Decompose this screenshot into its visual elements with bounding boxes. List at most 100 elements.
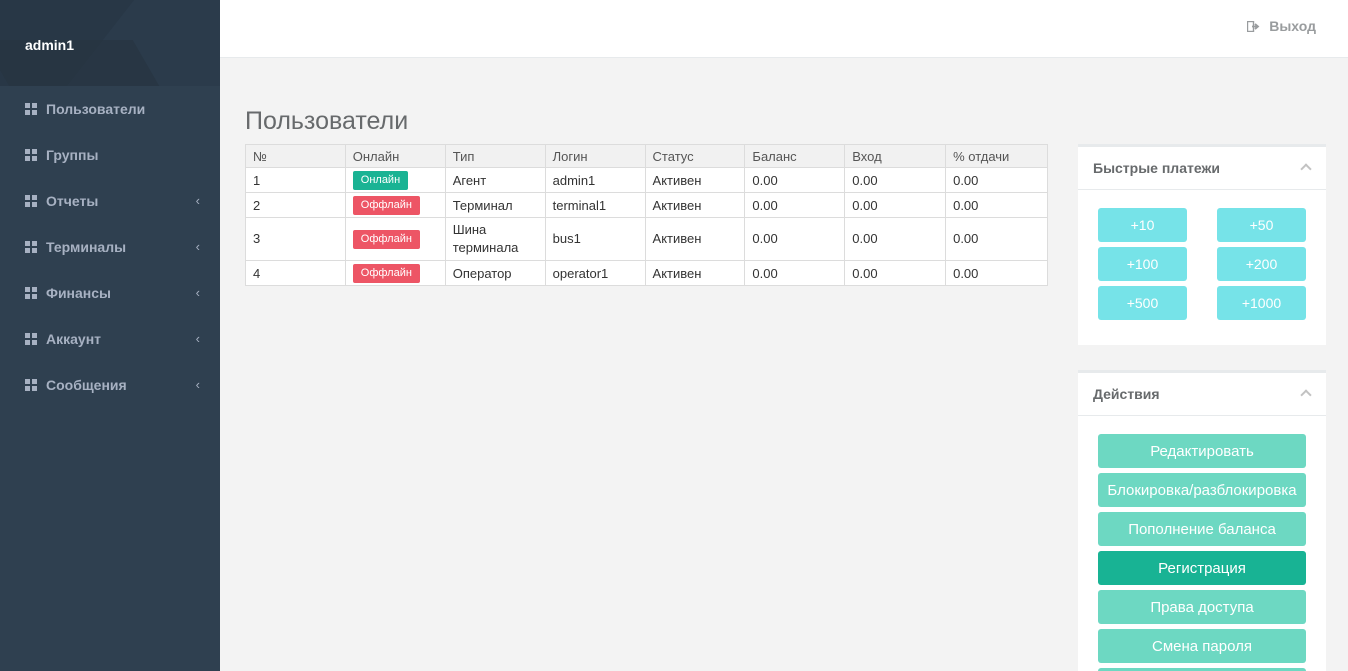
column-header[interactable]: Онлайн [344,144,446,168]
sidebar-item-label: Терминалы [46,239,127,255]
cell-status: Активен [644,260,746,286]
quick-payments-panel: Быстрые платежи +10 +50 +100 +200 +500 +… [1078,144,1326,345]
cell-balance: 0.00 [744,167,846,193]
sidebar: admin1 Пользователи Группы Отчеты ‹ Терм… [0,0,220,671]
chevron-left-icon: ‹ [195,239,200,254]
cell-login: admin1 [544,167,646,193]
chevron-up-icon[interactable] [1300,389,1312,401]
table-row[interactable]: 4 Оффлайн Оператор operator1 Активен 0.0… [245,260,1048,286]
cell-status: Активен [644,192,746,218]
cell-login: operator1 [544,260,646,286]
cell-num: 3 [245,217,346,261]
column-header[interactable]: Баланс [744,144,846,168]
cell-online: Оффлайн [344,192,446,218]
cell-payout: 0.00 [945,260,1048,286]
sidebar-item-label: Аккаунт [46,331,102,347]
profile-username[interactable]: admin1 [25,37,74,53]
chevron-left-icon: ‹ [195,193,200,208]
block-unblock-button[interactable]: Блокировка/разблокировка [1098,473,1306,507]
top-navbar: Выход [220,0,1348,58]
column-header[interactable]: % отдачи [945,144,1048,168]
cell-entry: 0.00 [844,192,947,218]
panel-title: Быстрые платежи [1093,160,1220,176]
table-row[interactable]: 1 Онлайн Агент admin1 Активен 0.00 0.00 … [245,167,1048,193]
page-title: Пользователи [245,107,409,135]
cell-online: Оффлайн [344,217,446,261]
column-header[interactable]: Тип [444,144,546,168]
offline-badge: Оффлайн [352,230,420,249]
column-header[interactable]: Статус [644,144,746,168]
grid-icon [25,103,37,115]
cell-num: 4 [245,260,346,286]
column-header[interactable]: Логин [544,144,646,168]
cell-status: Активен [644,167,746,193]
cell-type: Терминал [444,192,546,218]
logout-label: Выход [1269,18,1316,34]
sidebar-item-terminals[interactable]: Терминалы ‹ [0,224,220,270]
table-row[interactable]: 2 Оффлайн Терминал terminal1 Активен 0.0… [245,192,1048,218]
edit-button[interactable]: Редактировать [1098,434,1306,468]
sidebar-item-messages[interactable]: Сообщения ‹ [0,362,220,408]
cell-num: 2 [245,192,346,218]
cell-payout: 0.00 [945,167,1048,193]
panel-header: Быстрые платежи [1078,144,1326,190]
offline-badge: Оффлайн [352,195,420,215]
logout-link[interactable]: Выход [1247,18,1316,34]
grid-icon [25,149,37,161]
cell-type: Агент [444,167,546,193]
cell-entry: 0.00 [844,217,947,261]
sidebar-item-groups[interactable]: Группы [0,132,220,178]
column-header[interactable]: № [245,144,346,168]
cell-entry: 0.00 [844,167,947,193]
change-password-button[interactable]: Смена пароля [1098,629,1306,663]
sidebar-item-label: Отчеты [46,193,99,209]
cell-balance: 0.00 [744,192,846,218]
cell-balance: 0.00 [744,217,846,261]
sidebar-item-label: Сообщения [46,377,127,393]
online-badge: Онлайн [352,170,409,190]
sidebar-item-label: Финансы [46,285,111,301]
cell-login: terminal1 [544,192,646,218]
registration-button[interactable]: Регистрация [1098,551,1306,585]
offline-badge: Оффлайн [352,263,420,283]
users-table: № Онлайн Тип Логин Статус Баланс Вход % … [245,144,1048,286]
panel-header: Действия [1078,370,1326,416]
grid-icon [25,379,37,391]
chevron-left-icon: ‹ [195,285,200,300]
cell-login: bus1 [544,217,646,261]
sign-out-icon [1247,20,1260,32]
chevron-left-icon: ‹ [195,377,200,392]
quick-pay-10-button[interactable]: +10 [1098,208,1187,242]
quick-pay-100-button[interactable]: +100 [1098,247,1187,281]
cell-payout: 0.00 [945,192,1048,218]
cell-entry: 0.00 [844,260,947,286]
sidebar-item-reports[interactable]: Отчеты ‹ [0,178,220,224]
profile-header: admin1 [0,0,220,86]
cell-status: Активен [644,217,746,261]
table-row[interactable]: 3 Оффлайн Шина терминала bus1 Активен 0.… [245,217,1048,261]
cell-balance: 0.00 [744,260,846,286]
sidebar-item-label: Группы [46,147,99,163]
sidebar-item-label: Пользователи [46,101,146,117]
grid-icon [25,195,37,207]
quick-pay-1000-button[interactable]: +1000 [1217,286,1306,320]
access-rights-button[interactable]: Права доступа [1098,590,1306,624]
sidebar-item-account[interactable]: Аккаунт ‹ [0,316,220,362]
quick-pay-50-button[interactable]: +50 [1217,208,1306,242]
sidebar-item-finance[interactable]: Финансы ‹ [0,270,220,316]
grid-icon [25,333,37,345]
sidebar-menu: Пользователи Группы Отчеты ‹ Терминалы ‹… [0,86,220,408]
cell-type: Шина терминала [444,217,546,261]
cell-payout: 0.00 [945,217,1048,261]
column-header[interactable]: Вход [844,144,947,168]
quick-pay-500-button[interactable]: +500 [1098,286,1187,320]
top-up-balance-button[interactable]: Пополнение баланса [1098,512,1306,546]
grid-icon [25,241,37,253]
chevron-left-icon: ‹ [195,331,200,346]
sidebar-item-users[interactable]: Пользователи [0,86,220,132]
quick-pay-200-button[interactable]: +200 [1217,247,1306,281]
panel-title: Действия [1093,386,1160,402]
chevron-up-icon[interactable] [1300,163,1312,175]
cell-online: Онлайн [344,167,446,193]
grid-icon [25,287,37,299]
